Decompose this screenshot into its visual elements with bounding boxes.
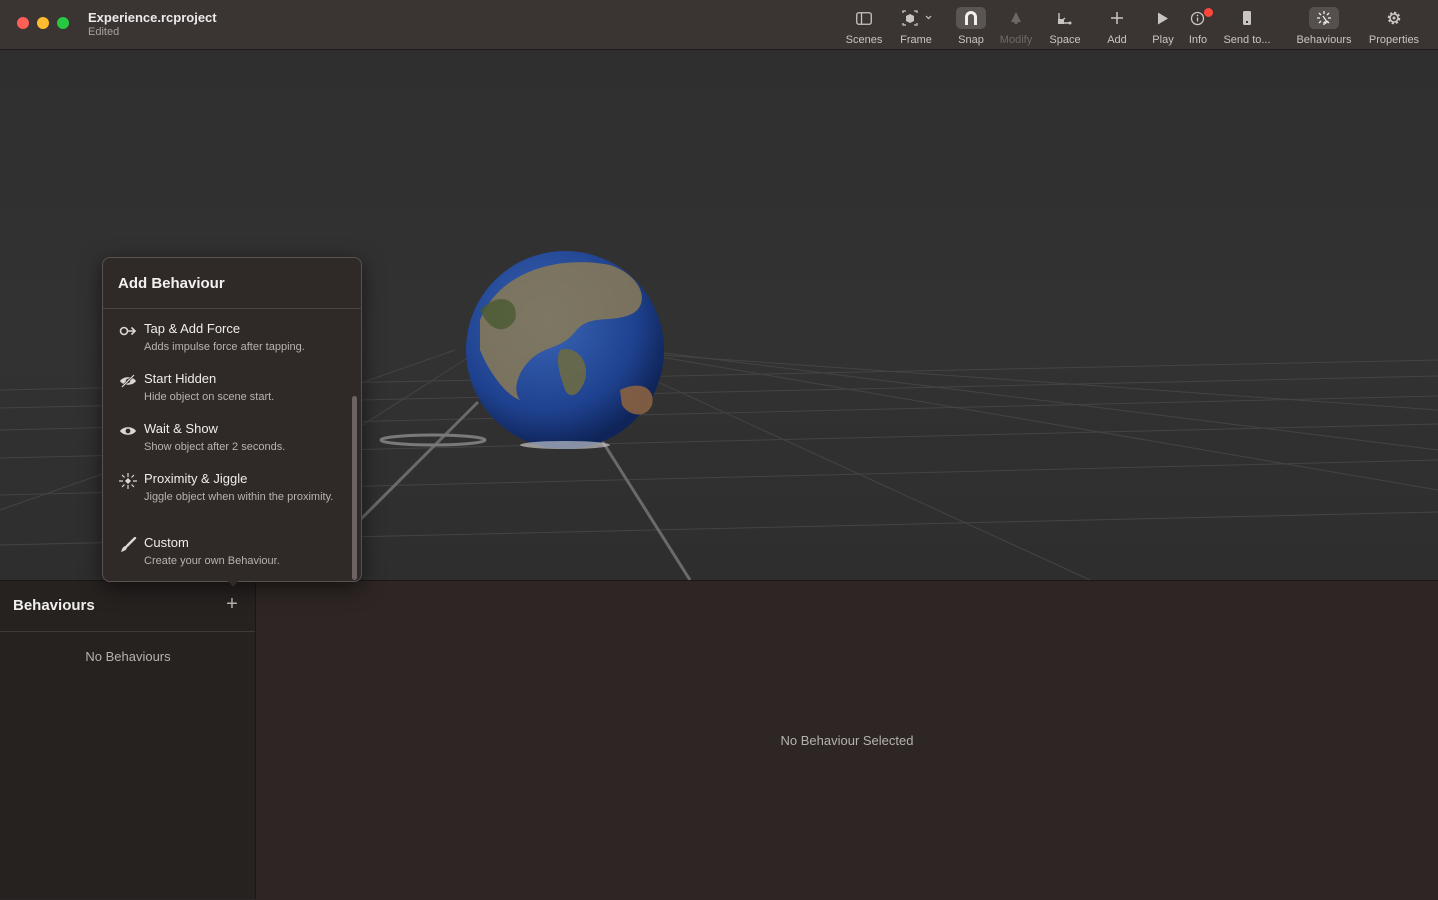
popover-scrollbar[interactable] bbox=[352, 396, 357, 580]
add-behaviour-button[interactable]: + bbox=[222, 594, 242, 614]
behaviours-panel-header: Behaviours + bbox=[0, 581, 255, 632]
toolbar: Experience.rcproject Edited Scenes Frame… bbox=[0, 0, 1438, 50]
option-description: Adds impulse force after tapping. bbox=[144, 341, 305, 353]
play-button[interactable]: Play bbox=[1149, 6, 1177, 46]
option-description: Hide object on scene start. bbox=[144, 391, 275, 403]
send-to-label: Send to... bbox=[1223, 34, 1271, 46]
close-window-button[interactable] bbox=[17, 17, 29, 29]
behaviour-option-proximity-jiggle[interactable]: Proximity & Jiggle Jiggle object when wi… bbox=[103, 471, 348, 531]
notification-badge bbox=[1204, 8, 1213, 17]
brush-icon bbox=[118, 537, 138, 553]
jiggle-icon bbox=[118, 473, 138, 489]
add-button[interactable]: Add bbox=[1103, 6, 1131, 46]
scenes-label: Scenes bbox=[845, 34, 883, 46]
info-button[interactable]: Info bbox=[1185, 6, 1213, 46]
space-label: Space bbox=[1049, 34, 1081, 46]
send-to-button[interactable]: Send to... bbox=[1221, 6, 1273, 46]
behaviour-option-wait-show[interactable]: Wait & Show Show object after 2 seconds. bbox=[103, 421, 348, 465]
document-status: Edited bbox=[88, 26, 120, 38]
behaviour-option-start-hidden[interactable]: Start Hidden Hide object on scene start. bbox=[103, 371, 348, 415]
option-title: Proximity & Jiggle bbox=[144, 471, 248, 486]
modify-icon bbox=[1011, 12, 1021, 24]
snap-button[interactable]: Snap bbox=[956, 6, 986, 46]
option-title: Tap & Add Force bbox=[144, 321, 241, 336]
device-icon bbox=[1243, 11, 1251, 25]
space-icon bbox=[1058, 13, 1072, 25]
tap-force-icon bbox=[118, 323, 138, 339]
frame-button[interactable]: Frame bbox=[898, 6, 934, 46]
no-selection-text: No Behaviour Selected bbox=[780, 733, 914, 748]
option-title: Custom bbox=[144, 535, 189, 550]
behaviour-detail-panel: No Behaviour Selected bbox=[256, 580, 1438, 900]
option-description: Create your own Behaviour. bbox=[144, 555, 280, 567]
info-label: Info bbox=[1188, 34, 1208, 46]
empty-behaviours-text: No Behaviours bbox=[85, 649, 171, 664]
option-description: Jiggle object when within the proximity. bbox=[144, 491, 334, 503]
document-title: Experience.rcproject bbox=[88, 10, 217, 25]
option-title: Start Hidden bbox=[144, 371, 217, 386]
modify-label: Modify bbox=[999, 34, 1033, 46]
behaviour-option-tap-add-force[interactable]: Tap & Add Force Adds impulse force after… bbox=[103, 321, 348, 365]
option-title: Wait & Show bbox=[144, 421, 218, 436]
behaviour-option-custom[interactable]: Custom Create your own Behaviour. bbox=[103, 535, 348, 579]
add-label: Add bbox=[1107, 34, 1127, 46]
add-behaviour-popover: Add Behaviour Tap & Add Force Adds impul… bbox=[102, 257, 362, 582]
option-description: Show object after 2 seconds. bbox=[144, 441, 286, 453]
snap-label: Snap bbox=[958, 34, 984, 46]
popover-divider bbox=[103, 308, 361, 309]
modify-button[interactable]: Modify bbox=[998, 6, 1034, 46]
frame-icon bbox=[902, 10, 932, 26]
minimize-window-button[interactable] bbox=[37, 17, 49, 29]
behaviours-panel-title: Behaviours bbox=[13, 597, 95, 614]
plus-icon bbox=[1111, 12, 1123, 24]
gear-icon bbox=[1387, 11, 1401, 25]
properties-label: Properties bbox=[1368, 34, 1420, 46]
play-label: Play bbox=[1152, 34, 1174, 46]
scenes-button[interactable]: Scenes bbox=[846, 6, 882, 46]
space-button[interactable]: Space bbox=[1047, 6, 1083, 46]
popover-title: Add Behaviour bbox=[118, 275, 225, 292]
behaviours-label: Behaviours bbox=[1296, 34, 1352, 46]
eye-slash-icon bbox=[118, 373, 138, 389]
zoom-window-button[interactable] bbox=[57, 17, 69, 29]
magnet-icon bbox=[965, 11, 977, 25]
eye-icon bbox=[118, 423, 138, 439]
play-icon bbox=[1158, 12, 1168, 24]
behaviours-button[interactable]: Behaviours bbox=[1294, 6, 1354, 46]
behaviours-icon bbox=[1317, 11, 1331, 25]
frame-label: Frame bbox=[900, 34, 932, 46]
properties-button[interactable]: Properties bbox=[1366, 6, 1422, 46]
sidebar-icon bbox=[856, 11, 872, 25]
behaviours-panel: Behaviours + No Behaviours bbox=[0, 580, 256, 899]
popover-arrow bbox=[225, 578, 241, 587]
